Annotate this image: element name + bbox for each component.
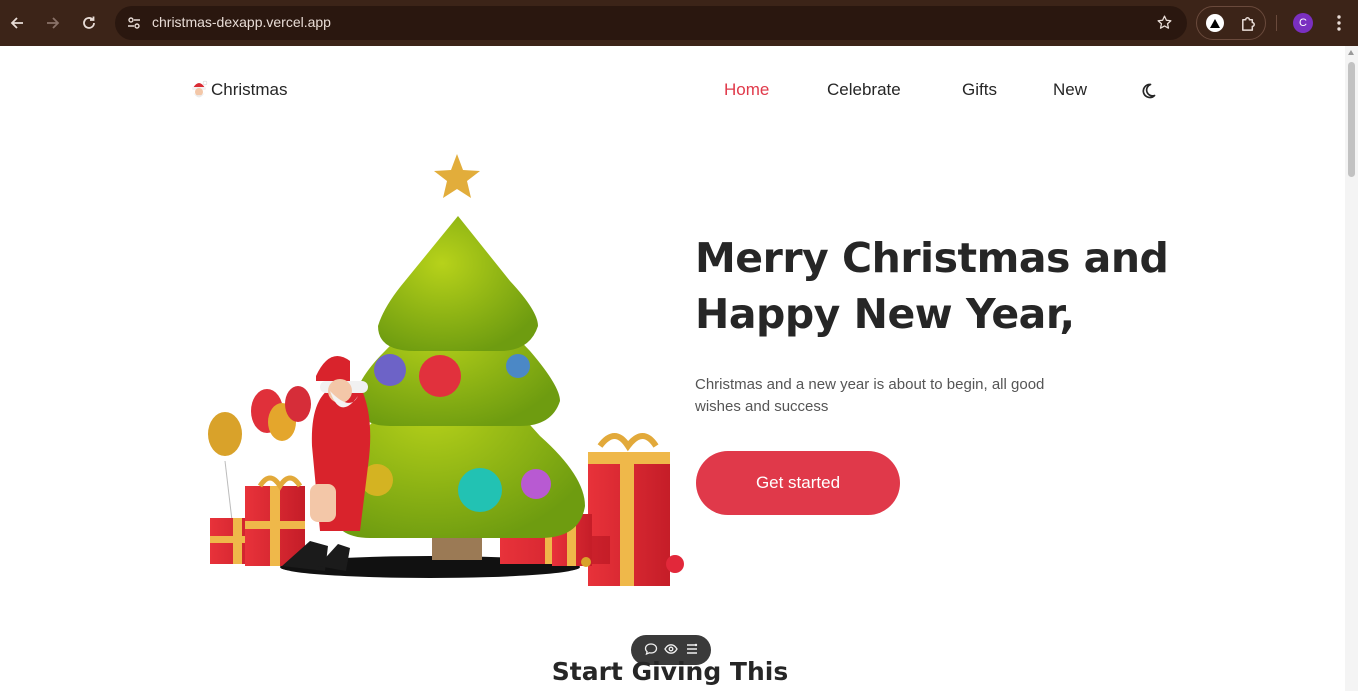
kebab-menu-icon — [1337, 15, 1341, 31]
scrollbar-thumb[interactable] — [1348, 62, 1355, 177]
site-info-button[interactable] — [123, 12, 145, 34]
logo-text: Christmas — [211, 80, 288, 99]
puzzle-icon — [1242, 17, 1255, 31]
browser-menu-button[interactable] — [1330, 12, 1348, 38]
eye-icon — [664, 643, 678, 654]
hero-description: Christmas and a new year is about to beg… — [695, 376, 1045, 415]
hero-title-line-2: Happy New Year, — [695, 290, 1075, 338]
address-bar[interactable]: christmas-dexapp.vercel.app — [115, 6, 1187, 40]
hero-title: Merry Christmas and Happy New Year, — [695, 230, 1255, 342]
extensions-area — [1196, 6, 1266, 40]
back-button[interactable] — [5, 11, 29, 35]
comment-icon — [644, 642, 657, 655]
forward-button[interactable] — [41, 11, 65, 35]
back-icon — [10, 17, 23, 29]
hero-title-line-1: Merry Christmas and — [695, 234, 1169, 282]
menu-lines-icon — [686, 643, 697, 654]
scroll-up-arrow-icon[interactable] — [1348, 50, 1354, 55]
hero-illustration — [208, 154, 684, 586]
toolbar-divider — [1276, 15, 1277, 31]
site-logo[interactable]: Christmas — [190, 79, 288, 101]
moon-icon — [1142, 83, 1156, 99]
nav-link-home[interactable]: Home — [724, 80, 769, 100]
nav-link-gifts[interactable]: Gifts — [962, 80, 997, 100]
santa-icon — [192, 80, 208, 98]
vercel-extension-button[interactable] — [1206, 14, 1224, 32]
browser-toolbar: christmas-dexapp.vercel.app C — [0, 0, 1358, 46]
page-content: Christmas Home Celebrate Gifts New Merry… — [0, 46, 1345, 691]
star-icon — [1157, 15, 1172, 29]
url-text[interactable]: christmas-dexapp.vercel.app — [152, 14, 331, 30]
reload-button[interactable] — [77, 11, 101, 35]
extensions-button[interactable] — [1239, 14, 1258, 37]
theme-toggle-button[interactable] — [1139, 82, 1157, 104]
vercel-icon — [1210, 18, 1220, 28]
nav-link-celebrate[interactable]: Celebrate — [827, 80, 901, 100]
site-info-icon — [128, 17, 140, 29]
section-title: Start Giving This — [551, 657, 789, 686]
reload-icon — [83, 16, 95, 29]
bookmark-button[interactable] — [1156, 14, 1173, 35]
get-started-button[interactable]: Get started — [696, 451, 900, 515]
nav-link-new[interactable]: New — [1053, 80, 1087, 100]
profile-avatar[interactable]: C — [1293, 13, 1313, 33]
forward-icon — [47, 17, 60, 29]
page-scrollbar[interactable] — [1345, 46, 1358, 691]
